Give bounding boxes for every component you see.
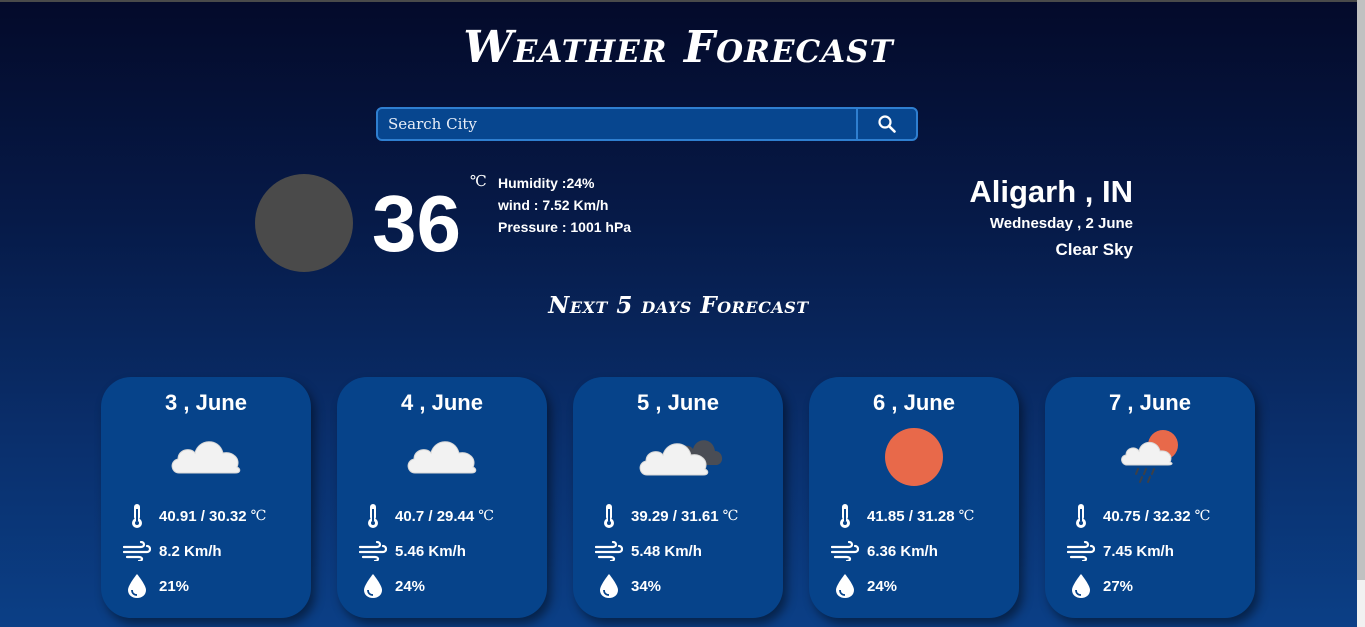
cloud-icon (161, 425, 251, 491)
current-details: Humidity :24% wind : 7.52 Km/h Pressure … (498, 172, 631, 238)
forecast-date: 6 , June (873, 390, 955, 415)
temperature-row: 40.91 / 30.32 ℃ (123, 503, 266, 529)
droplet-icon (595, 573, 623, 599)
search-icon (878, 115, 896, 133)
wind-row: 5.46 Km/h (359, 538, 466, 564)
weather-condition: Clear Sky (1055, 240, 1134, 259)
search-bar (376, 107, 918, 141)
wind-row: 6.36 Km/h (831, 538, 938, 564)
window-top-border (0, 0, 1365, 2)
search-input[interactable] (378, 109, 856, 139)
temperature-range: 41.85 / 31.28 (867, 507, 955, 525)
rain-sun-cloud-icon (1105, 425, 1195, 491)
temperature-row: 40.75 / 32.32 ℃ (1067, 503, 1210, 529)
cloud-icon (397, 425, 487, 491)
humidity-row: 34% (595, 573, 661, 599)
wind-icon (1067, 538, 1095, 564)
scrollbar-thumb[interactable] (1357, 0, 1365, 580)
temperature-unit: ℃ (958, 508, 975, 524)
temperature-range: 39.29 / 31.61 (631, 507, 719, 525)
temperature-unit: ℃ (722, 508, 739, 524)
wind-speed: 6.36 Km/h (867, 542, 938, 560)
temperature-unit: ℃ (250, 508, 267, 524)
wind-row: 7.45 Km/h (1067, 538, 1174, 564)
forecast-card: 4 , June 40.7 / 29.44 ℃ 5.46 Km/h 24% (337, 377, 547, 618)
cloudy-dark-cloud-icon (633, 425, 723, 491)
wind-speed: 8.2 Km/h (159, 542, 222, 560)
wind-row: 8.2 Km/h (123, 538, 222, 564)
droplet-icon (359, 573, 387, 599)
forecast-date: 3 , June (165, 390, 247, 415)
humidity-row: 21% (123, 573, 189, 599)
humidity-row: 24% (831, 573, 897, 599)
temperature-range: 40.7 / 29.44 (395, 507, 475, 525)
forecast-card: 3 , June 40.91 / 30.32 ℃ 8.2 Km/h 21% (101, 377, 311, 618)
humidity-value: 27% (1103, 577, 1134, 595)
wind-row: 5.48 Km/h (595, 538, 702, 564)
forecast-card: 7 , June 40.75 / 32.32 ℃ 7.45 Km/h 27% (1045, 377, 1255, 618)
temperature-row: 41.85 / 31.28 ℃ (831, 503, 974, 529)
wind-icon (123, 538, 151, 564)
forecast-date: 7 , June (1109, 390, 1191, 415)
droplet-icon (1067, 573, 1095, 599)
temperature-range: 40.75 / 32.32 (1103, 507, 1191, 525)
thermometer-icon (123, 503, 151, 529)
city-name: Aligarh , IN (969, 174, 1133, 209)
location-panel: Aligarh , IN Wednesday , 2 June Clear Sk… (969, 172, 1133, 264)
forecast-card: 6 , June 41.85 / 31.28 ℃ 6.36 Km/h 24% (809, 377, 1019, 618)
wind-speed: 5.48 Km/h (631, 542, 702, 560)
current-weather-icon (255, 174, 353, 272)
sun-icon (869, 425, 959, 491)
thermometer-icon (359, 503, 387, 529)
app-title: Weather Forecast (463, 22, 894, 73)
forecast-date: 4 , June (401, 390, 483, 415)
droplet-icon (123, 573, 151, 599)
temperature-unit: ℃ (1194, 508, 1211, 524)
temperature-row: 39.29 / 31.61 ℃ (595, 503, 738, 529)
temperature-unit: ℃ (478, 508, 494, 524)
wind-speed: 5.46 Km/h (395, 542, 466, 560)
thermometer-icon (831, 503, 859, 529)
thermometer-icon (1067, 503, 1095, 529)
temperature-unit: ℃ (470, 172, 487, 190)
temperature-range: 40.91 / 30.32 (159, 507, 247, 525)
thermometer-icon (595, 503, 623, 529)
humidity-row: 27% (1067, 573, 1133, 599)
wind-speed: 7.45 Km/h (1103, 542, 1174, 560)
temperature-row: 40.7 / 29.44 ℃ (359, 503, 494, 529)
humidity-value: 24% (395, 577, 426, 595)
forecast-title: Next 5 days Forecast (548, 292, 809, 319)
humidity-text: Humidity :24% (498, 175, 595, 191)
wind-icon (359, 538, 387, 564)
droplet-icon (831, 573, 859, 599)
forecast-date: 5 , June (637, 390, 719, 415)
current-date: Wednesday , 2 June (989, 215, 1133, 232)
wind-icon (595, 538, 623, 564)
humidity-value: 24% (867, 577, 898, 595)
pressure-text: Pressure : 1001 hPa (498, 219, 632, 235)
page-scrollbar[interactable] (1357, 0, 1365, 627)
wind-text: wind : 7.52 Km/h (498, 197, 609, 213)
humidity-row: 24% (359, 573, 425, 599)
humidity-value: 21% (159, 577, 190, 595)
search-button[interactable] (856, 109, 916, 139)
current-temperature: 36 (372, 179, 461, 268)
forecast-card: 5 , June 39.29 / 31.61 ℃ 5.48 Km/h 34% (573, 377, 783, 618)
humidity-value: 34% (631, 577, 662, 595)
wind-icon (831, 538, 859, 564)
